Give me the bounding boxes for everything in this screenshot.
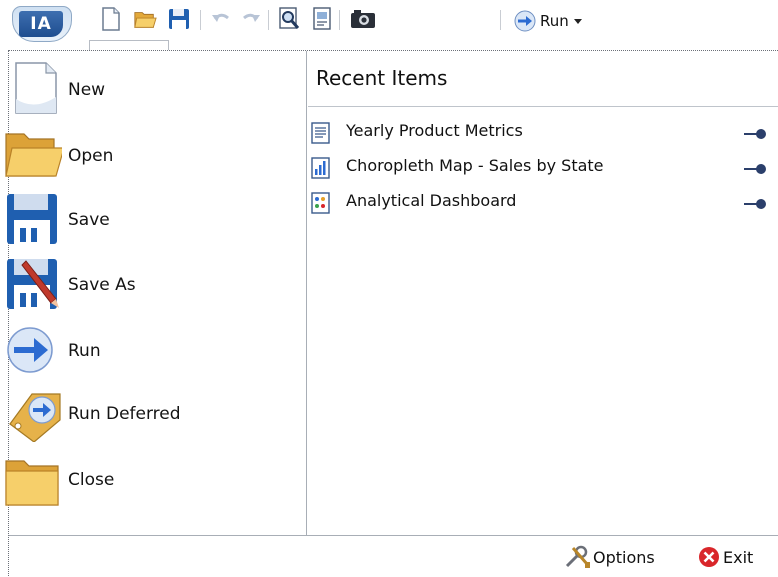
exit-label: Exit	[723, 547, 754, 567]
save-disk-icon	[7, 194, 57, 244]
chart-doc-icon	[311, 157, 330, 179]
menu-item-run[interactable]: Run	[4, 318, 294, 378]
open-folder-icon	[5, 133, 62, 177]
menu-item-label: Save	[68, 210, 110, 230]
save-disk-icon[interactable]	[167, 6, 191, 32]
run-arrow-icon	[7, 327, 53, 373]
menu-item-run-deferred[interactable]: Run Deferred	[4, 384, 294, 444]
new-document-icon	[15, 62, 57, 114]
toolbar-separator	[200, 10, 201, 30]
menu-item-label: Open	[68, 146, 114, 166]
report-doc-icon	[311, 122, 330, 144]
dashboard-doc-icon	[311, 192, 330, 214]
menu-item-label: Run Deferred	[68, 404, 181, 424]
menu-item-label: Close	[68, 470, 115, 490]
application-logo: IA	[19, 11, 63, 37]
pin-icon[interactable]	[743, 163, 769, 175]
close-folder-icon	[5, 460, 59, 506]
toolbar-separator	[500, 10, 501, 30]
report-icon[interactable]	[310, 6, 334, 32]
menu-item-new[interactable]: New	[4, 57, 294, 117]
recent-item[interactable]: Analytical Dashboard	[308, 188, 778, 218]
application-menu-footer	[9, 535, 778, 577]
save-as-icon	[7, 259, 59, 309]
recent-items-divider	[308, 106, 778, 107]
preview-icon[interactable]	[277, 6, 301, 32]
run-arrow-icon	[514, 10, 536, 32]
undo-icon[interactable]	[209, 6, 233, 32]
recent-items-title: Recent Items	[316, 66, 448, 90]
redo-icon[interactable]	[239, 6, 263, 32]
run-deferred-icon	[9, 393, 61, 442]
menu-item-save-as[interactable]: Save As	[4, 253, 294, 313]
pin-icon[interactable]	[743, 198, 769, 210]
menu-item-open[interactable]: Open	[4, 122, 294, 182]
run-button-label: Run	[540, 12, 569, 30]
new-document-icon[interactable]	[99, 6, 123, 32]
toolbar-separator	[339, 10, 340, 30]
menu-item-label: Save As	[68, 275, 136, 295]
menu-item-label: Run	[68, 341, 101, 361]
options-label: Options	[593, 547, 655, 567]
recent-item-label: Analytical Dashboard	[346, 191, 517, 210]
quick-access-toolbar: IA Run	[0, 0, 778, 50]
application-button[interactable]: IA	[12, 6, 72, 42]
options-tools-icon	[565, 545, 590, 568]
exit-button[interactable]: Exit	[697, 544, 753, 570]
camera-icon[interactable]	[349, 6, 377, 32]
menu-item-close[interactable]: Close	[4, 449, 294, 509]
document-tab-stub	[89, 40, 169, 50]
toolbar-separator	[268, 10, 269, 30]
run-button[interactable]: Run	[514, 8, 583, 34]
options-button[interactable]: Options	[563, 544, 655, 570]
recent-item[interactable]: Yearly Product Metrics	[308, 118, 778, 148]
recent-item-label: Yearly Product Metrics	[346, 121, 523, 140]
menu-item-save[interactable]: Save	[4, 188, 294, 248]
recent-item-label: Choropleth Map - Sales by State	[346, 156, 604, 175]
recent-item[interactable]: Choropleth Map - Sales by State	[308, 153, 778, 183]
open-folder-icon[interactable]	[133, 6, 157, 32]
menu-item-label: New	[68, 80, 106, 100]
dropdown-caret-icon	[573, 19, 582, 24]
exit-close-icon	[699, 547, 719, 567]
pin-icon[interactable]	[743, 128, 769, 140]
